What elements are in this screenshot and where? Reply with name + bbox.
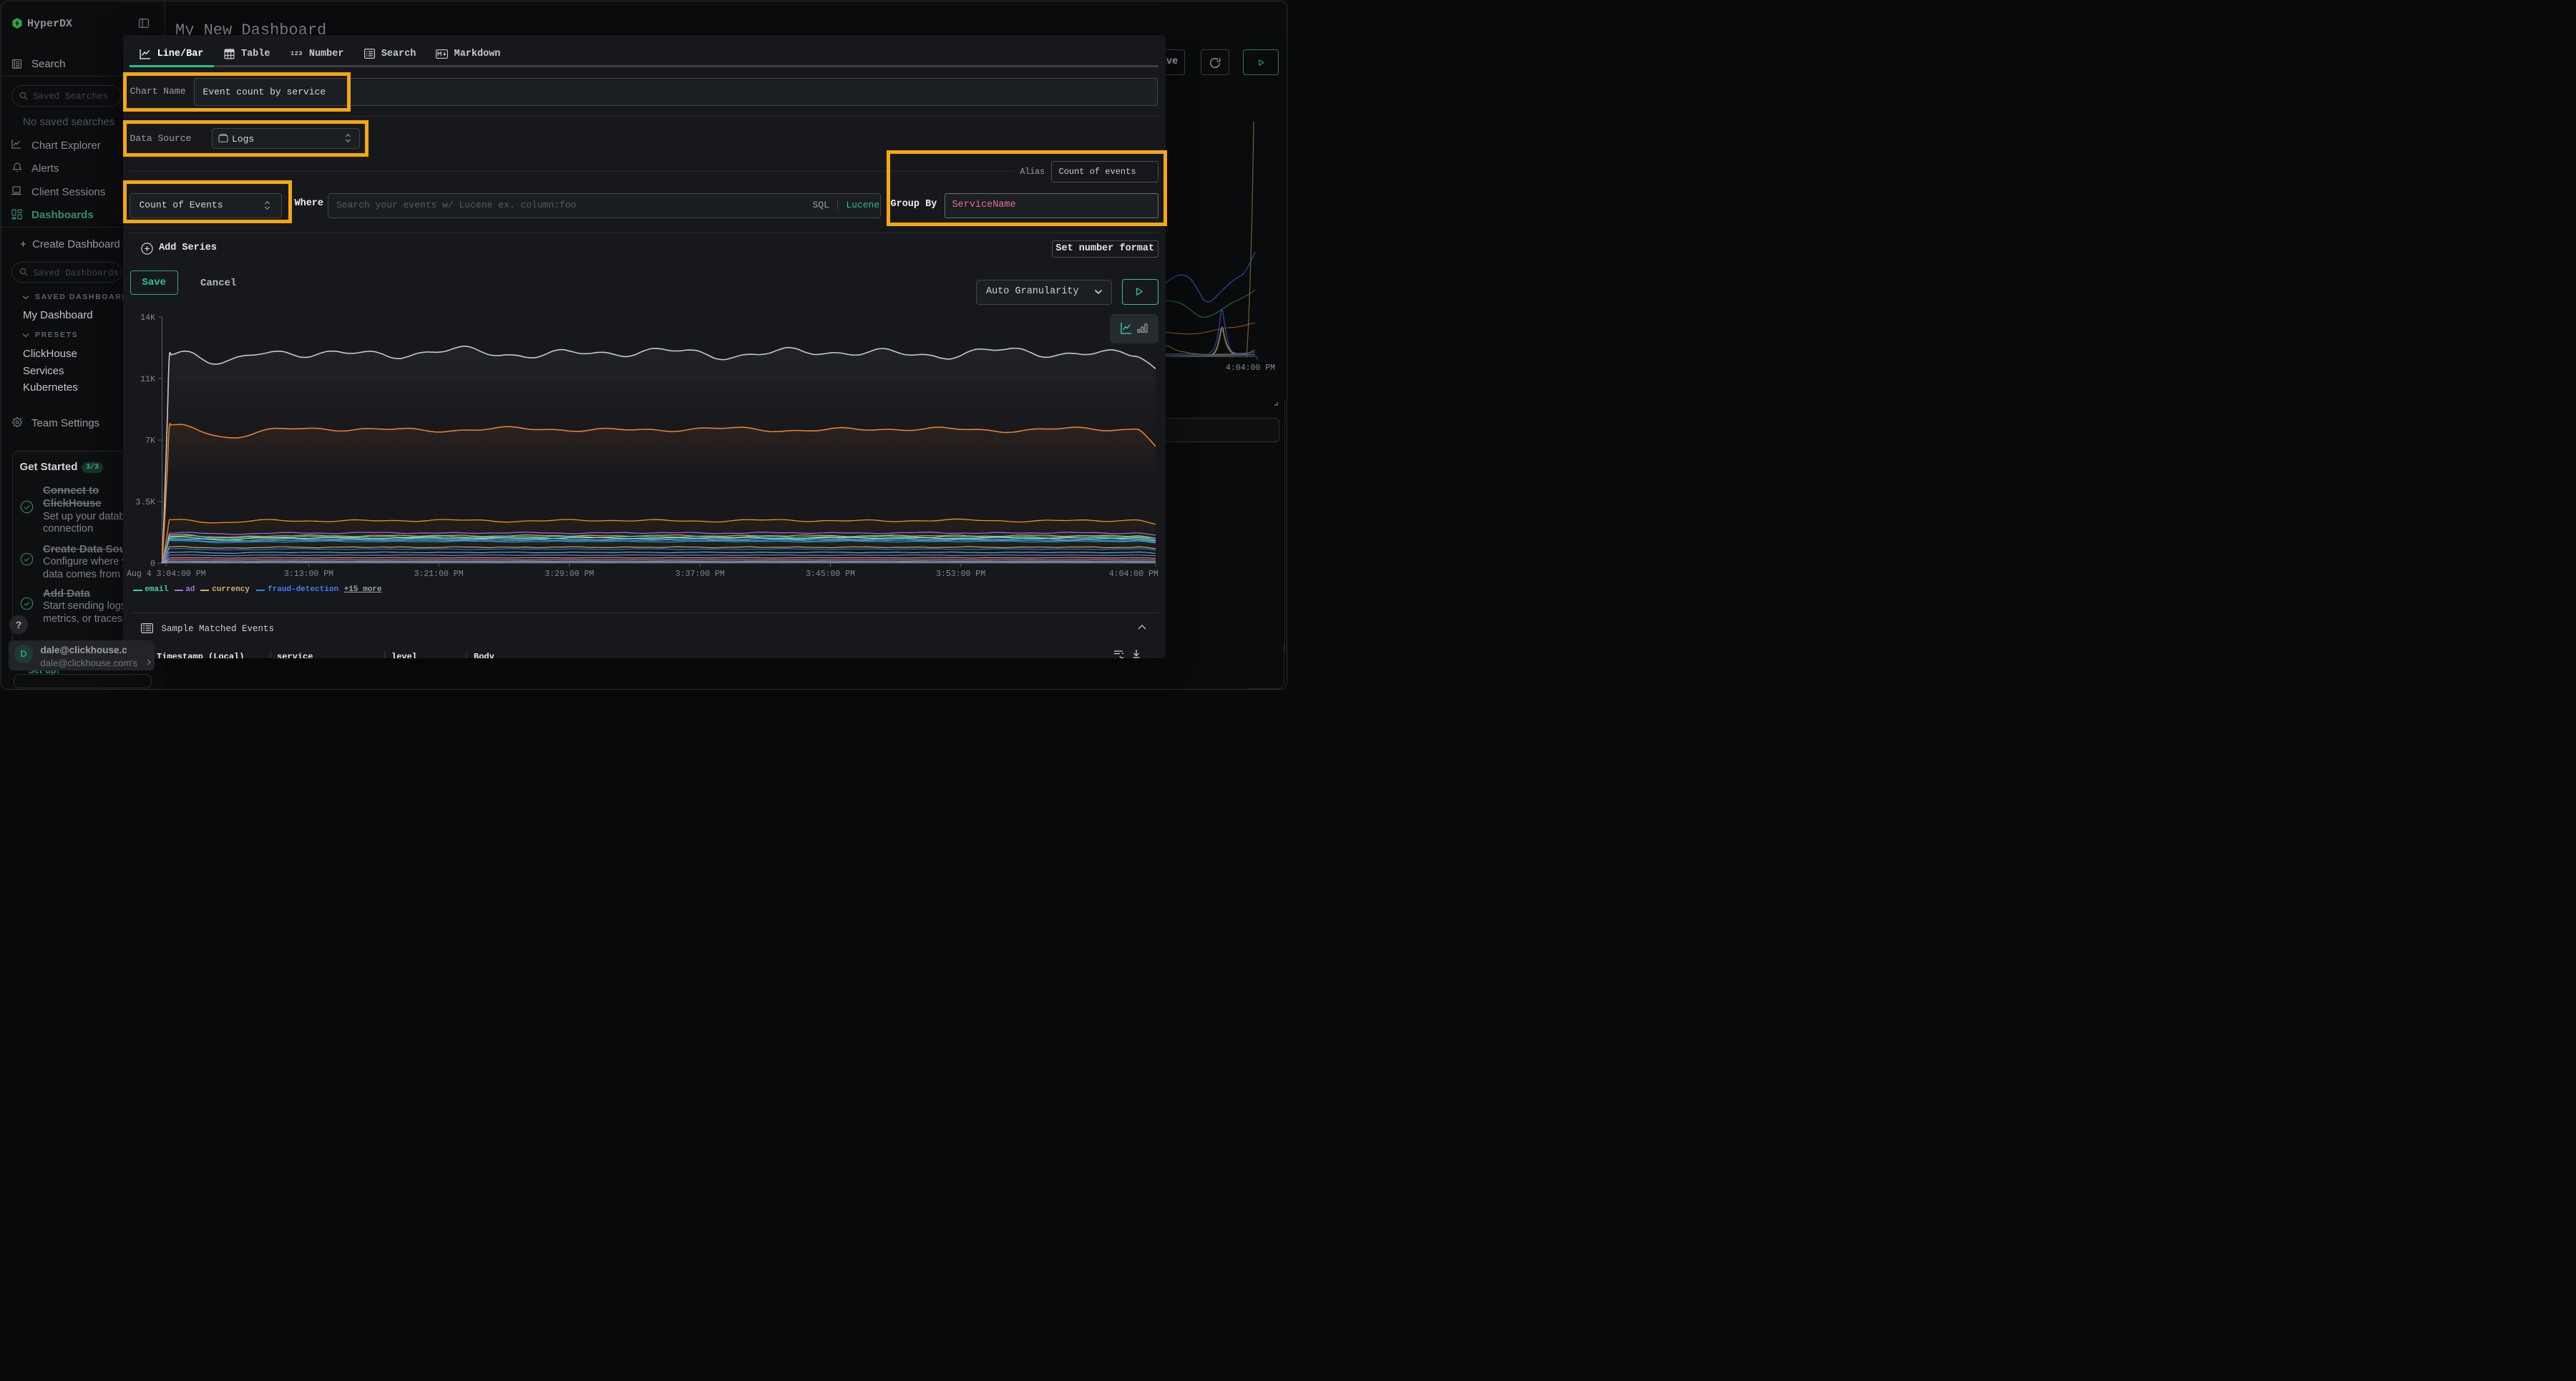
svg-text:3:29:00 PM: 3:29:00 PM <box>545 570 594 579</box>
svg-text:7K: 7K <box>145 436 155 446</box>
svg-text:4:04:00 PM: 4:04:00 PM <box>1108 570 1158 579</box>
svg-text:3:21:00 PM: 3:21:00 PM <box>414 570 463 579</box>
svg-text:11K: 11K <box>140 375 155 384</box>
svg-text:3:53:00 PM: 3:53:00 PM <box>936 570 985 579</box>
svg-text:3:45:00 PM: 3:45:00 PM <box>805 570 854 579</box>
svg-text:3:13:00 PM: 3:13:00 PM <box>283 570 333 579</box>
svg-text:3:37:00 PM: 3:37:00 PM <box>675 570 724 579</box>
svg-text:Aug 4 3:04:00 PM: Aug 4 3:04:00 PM <box>127 570 206 579</box>
svg-text:14K: 14K <box>140 313 155 323</box>
svg-text:3.5K: 3.5K <box>135 498 155 507</box>
svg-text:0: 0 <box>150 560 155 569</box>
